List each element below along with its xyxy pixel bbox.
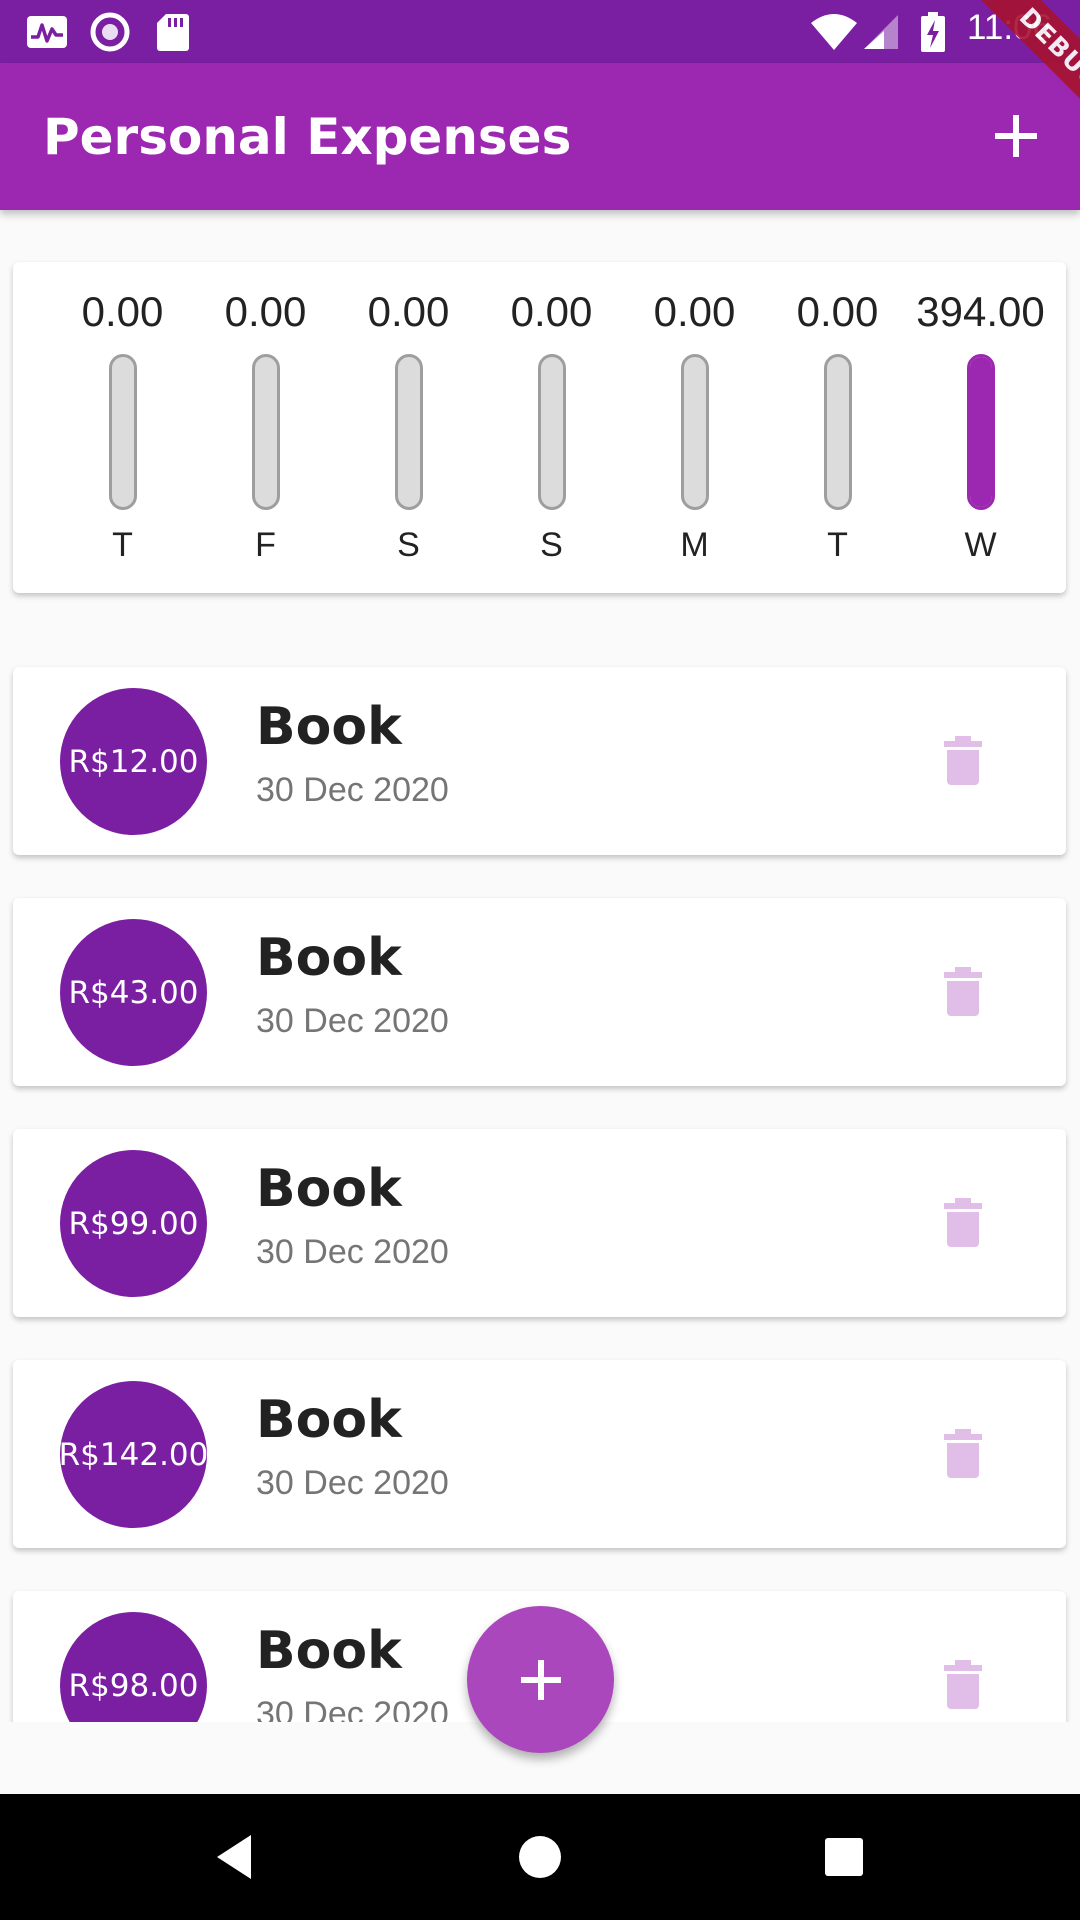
bar-day-label: M xyxy=(680,526,709,564)
chart-bar-column: 0.00 F xyxy=(194,262,337,593)
bar-day-label: S xyxy=(397,526,420,564)
bar-day-label: T xyxy=(827,526,848,564)
amount-avatar: R$43.00 xyxy=(60,919,207,1066)
home-button[interactable] xyxy=(510,1827,570,1887)
bar-track xyxy=(252,354,280,510)
back-icon xyxy=(217,1835,251,1879)
transaction-date: 30 Dec 2020 xyxy=(256,1233,449,1271)
bar-track xyxy=(967,354,995,510)
chart-bar-column: 0.00 M xyxy=(623,262,766,593)
chart-bar-column: 394.00 W xyxy=(909,262,1052,593)
bar-day-label: F xyxy=(255,526,276,564)
trash-icon xyxy=(944,736,982,785)
cellular-icon xyxy=(862,0,900,63)
transaction-title: Book xyxy=(256,1390,402,1450)
transaction-date: 30 Dec 2020 xyxy=(256,1002,449,1040)
sd-card-icon xyxy=(156,0,190,63)
delete-button[interactable] xyxy=(935,1657,991,1713)
system-nav-bar xyxy=(0,1794,1080,1920)
bar-amount-label: 0.00 xyxy=(81,288,164,335)
transaction-item: R$142.00 Book 30 Dec 2020 xyxy=(13,1360,1066,1548)
chart-bar-column: 0.00 S xyxy=(337,262,480,593)
bar-amount-label: 0.00 xyxy=(510,288,593,335)
transaction-item: R$12.00 Book 30 Dec 2020 xyxy=(13,667,1066,855)
bar-track xyxy=(109,354,137,510)
back-button[interactable] xyxy=(207,1827,267,1887)
add-transaction-button[interactable] xyxy=(985,105,1047,167)
bar-amount-label: 0.00 xyxy=(796,288,879,335)
status-bar: 11:06 xyxy=(0,0,1080,63)
activity-icon xyxy=(26,0,68,63)
transaction-date: 30 Dec 2020 xyxy=(256,771,449,809)
delete-button[interactable] xyxy=(935,733,991,789)
trash-icon xyxy=(944,967,982,1016)
delete-button[interactable] xyxy=(935,1195,991,1251)
chart-bar-column: 0.00 T xyxy=(51,262,194,593)
fab-add-button[interactable] xyxy=(467,1606,614,1753)
bar-amount-label: 0.00 xyxy=(653,288,736,335)
bar-track xyxy=(681,354,709,510)
plus-icon xyxy=(995,115,1037,157)
home-icon xyxy=(519,1836,561,1878)
delete-button[interactable] xyxy=(935,964,991,1020)
record-icon xyxy=(90,0,130,63)
chart-bar-column: 0.00 T xyxy=(766,262,909,593)
transaction-item: R$43.00 Book 30 Dec 2020 xyxy=(13,898,1066,1086)
transaction-list[interactable]: R$12.00 Book 30 Dec 2020 R$43.00 Book 30 Dec … xyxy=(0,640,1080,1722)
bar-day-label: T xyxy=(112,526,133,564)
bar-track xyxy=(538,354,566,510)
amount-avatar: R$98.00 xyxy=(60,1612,207,1722)
transaction-date: 30 Dec 2020 xyxy=(256,1464,449,1502)
page-title: Personal Expenses xyxy=(43,108,572,166)
amount-avatar: R$99.00 xyxy=(60,1150,207,1297)
weekly-chart: 0.00 T 0.00 F 0.00 S 0.00 S 0.00 M 0.00 T 394.00 W xyxy=(13,262,1066,593)
wifi-icon xyxy=(810,0,858,63)
amount-avatar: R$142.00 xyxy=(59,1381,208,1528)
bar-amount-label: 0.00 xyxy=(224,288,307,335)
plus-icon xyxy=(520,1659,561,1700)
bar-day-label: W xyxy=(964,526,997,564)
bar-fill xyxy=(970,357,992,507)
recents-icon xyxy=(825,1838,863,1876)
transaction-date: 30 Dec 2020 xyxy=(256,1695,449,1722)
transaction-title: Book xyxy=(256,928,402,988)
bar-amount-label: 0.00 xyxy=(367,288,450,335)
bar-amount-label: 394.00 xyxy=(916,288,1045,335)
trash-icon xyxy=(944,1660,982,1709)
delete-button[interactable] xyxy=(935,1426,991,1482)
transaction-item: R$99.00 Book 30 Dec 2020 xyxy=(13,1129,1066,1317)
bar-day-label: S xyxy=(540,526,563,564)
bar-track xyxy=(824,354,852,510)
bar-track xyxy=(395,354,423,510)
transaction-title: Book xyxy=(256,697,402,757)
amount-avatar: R$12.00 xyxy=(60,688,207,835)
trash-icon xyxy=(944,1429,982,1478)
trash-icon xyxy=(944,1198,982,1247)
battery-charging-icon xyxy=(920,0,946,63)
transaction-title: Book xyxy=(256,1621,402,1681)
chart-bar-column: 0.00 S xyxy=(480,262,623,593)
recents-button[interactable] xyxy=(814,1827,874,1887)
transaction-title: Book xyxy=(256,1159,402,1219)
app-bar: Personal Expenses xyxy=(0,63,1080,210)
